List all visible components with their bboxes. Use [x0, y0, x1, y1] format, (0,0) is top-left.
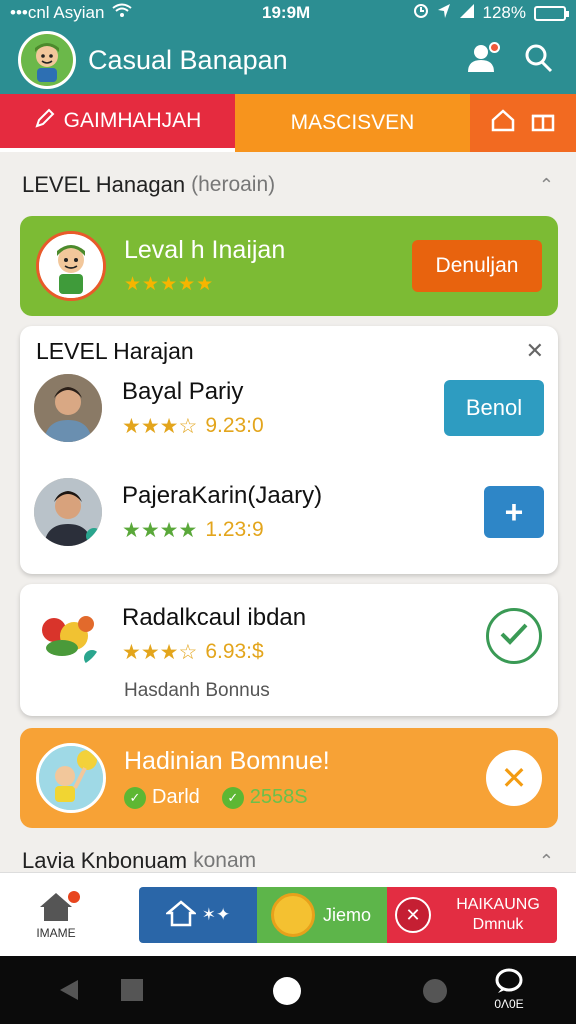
dot-icon[interactable] [422, 978, 448, 1009]
check-button[interactable] [486, 608, 542, 664]
bottom-nav: IMAME ✶✦ Jiemo ✕ HAIKAUNG Dmnuk [0, 872, 576, 956]
star-rating: ★★★★ [122, 518, 198, 542]
star-rating: ★★★☆ [122, 414, 198, 438]
food-card[interactable]: Radalkcaul ibdan ★★★☆ 6.93:$ Hasdanh Bon… [20, 584, 558, 716]
app-bar: Casual Banapan [0, 26, 576, 94]
tab-label: MASCISVEN [290, 111, 415, 134]
tab-gaimhahjah[interactable]: GAIMHAHJAH [0, 94, 235, 152]
house-icon [164, 899, 198, 932]
chevron-up-icon[interactable]: ⌃ [539, 851, 554, 872]
hiking-icon: ✕ [395, 897, 431, 933]
assistant-label: 0Λ0E [494, 997, 524, 1011]
back-icon[interactable] [58, 978, 80, 1007]
level-action-button[interactable]: Denuljan [412, 240, 542, 292]
assistant-button[interactable]: 0Λ0E [494, 968, 524, 1011]
player-avatar [34, 374, 102, 442]
character-avatar [36, 231, 106, 301]
promo-hiking[interactable]: ✕ HAIKAUNG Dmnuk [387, 887, 557, 943]
promo-banner[interactable]: ✶✦ Jiemo ✕ HAIKAUNG Dmnuk [139, 887, 557, 943]
home-outline-icon[interactable] [490, 108, 516, 138]
player-name: Bayal Pariy [122, 377, 244, 405]
section-subtitle: (heroain) [191, 173, 276, 196]
food-image [34, 600, 102, 668]
recent-apps-icon[interactable] [120, 978, 144, 1007]
chevron-up-icon[interactable]: ⌃ [539, 175, 554, 196]
notification-dot [489, 42, 500, 53]
app-logo [18, 31, 76, 89]
tab-bar: GAIMHAHJAH MASCISVEN [0, 94, 576, 152]
system-nav-bar: 0Λ0E [0, 956, 576, 1024]
chat-bubble-icon [494, 968, 524, 997]
players-card: LEVEL Harajan ✕ Bayal Pariy ★★★☆ 9.23:0 … [20, 326, 558, 574]
gift-icon[interactable] [530, 108, 556, 138]
bonus-item-label: Darld [152, 786, 200, 808]
home-icon [38, 893, 74, 926]
battery-text: 128% [482, 3, 526, 22]
section-header-level: LEVEL Hanagan (heroain) ⌃ [22, 172, 554, 198]
app-title: Casual Banapan [88, 44, 288, 75]
coin-icon [271, 893, 315, 937]
bonus-item-value: 2558S [249, 786, 308, 808]
player-name: PajeraKarin(Jaary) [122, 481, 323, 509]
player-score: 9.23:0 [205, 414, 264, 437]
bonus-card[interactable]: Hadinian Bomnue! ✓ Darld ✓ 2558S ✕ [20, 728, 558, 828]
promo-title: HAIKAUNG [456, 896, 540, 913]
signal-icon [459, 3, 475, 24]
level-card[interactable]: Leval h Inaijan ★★★★★ Denuljan [20, 216, 558, 316]
bonus-avatar [36, 743, 106, 813]
player-score: 1.23:9 [205, 518, 264, 541]
player-avatar [34, 478, 102, 546]
sparkle-icon: ✶✦ [201, 905, 231, 924]
search-icon [522, 42, 554, 79]
search-button[interactable] [518, 40, 558, 80]
add-player-button[interactable]: + [484, 486, 544, 538]
close-icon: ✕ [500, 760, 528, 796]
check-circle-icon: ✓ [124, 786, 146, 809]
food-name: Radalkcaul ibdan [122, 603, 307, 631]
food-score: 6.93:$ [205, 640, 264, 663]
promo-houses[interactable]: ✶✦ [139, 887, 257, 943]
bonus-title: Hadinian Bomnue! [124, 747, 330, 775]
star-rating: ★★★☆ [122, 640, 198, 664]
battery-icon [534, 5, 569, 21]
section-header-lavia: Lavia Knbonuam konam ⌃ [22, 848, 554, 874]
alarm-icon [413, 3, 429, 24]
status-time: 19:9M [262, 3, 311, 22]
profile-button[interactable] [462, 40, 502, 80]
section-title: LEVEL Hanagan [22, 172, 186, 197]
list-item[interactable]: Bayal Pariy ★★★☆ 9.23:0 Benol [34, 372, 544, 444]
wifi-icon [112, 3, 133, 24]
promo-coins-label: Jiemo [323, 904, 372, 925]
bonus-label: Hasdanh Bonnus [124, 680, 270, 701]
check-circle-icon: ✓ [221, 786, 244, 809]
check-icon [499, 621, 529, 652]
promo-coins[interactable]: Jiemo [257, 887, 387, 943]
list-item: Radalkcaul ibdan ★★★☆ 6.93:$ [34, 598, 544, 670]
close-icon[interactable]: ✕ [526, 338, 544, 364]
home-circle-icon[interactable] [272, 976, 302, 1011]
list-item[interactable]: PajeraKarin(Jaary) ★★★★ 1.23:9 + [34, 476, 544, 548]
section-title: Lavia Knbonuam [22, 848, 188, 873]
location-icon [437, 3, 451, 24]
level-name: Leval h Inaijan [124, 236, 286, 264]
notification-dot [68, 891, 80, 903]
dismiss-button[interactable]: ✕ [486, 750, 542, 806]
promo-subtitle: Dmnuk [472, 916, 524, 933]
status-bar: •••cnl Asyian 19:9M 128% [0, 0, 576, 26]
pencil-icon [34, 107, 56, 135]
section-subtitle: konam [193, 849, 257, 872]
tab-mascisven[interactable]: MASCISVEN [235, 94, 470, 152]
nav-home-label: IMAME [36, 926, 76, 940]
tab-label: GAIMHAHJAH [63, 109, 202, 132]
tab-icons [470, 94, 576, 152]
carrier-text: •••cnl Asyian [10, 3, 105, 22]
players-card-title: LEVEL Harajan [36, 338, 194, 364]
star-rating: ★★★★★ [124, 274, 215, 295]
nav-home[interactable]: IMAME [24, 891, 88, 940]
player-action-button[interactable]: Benol [444, 380, 544, 436]
